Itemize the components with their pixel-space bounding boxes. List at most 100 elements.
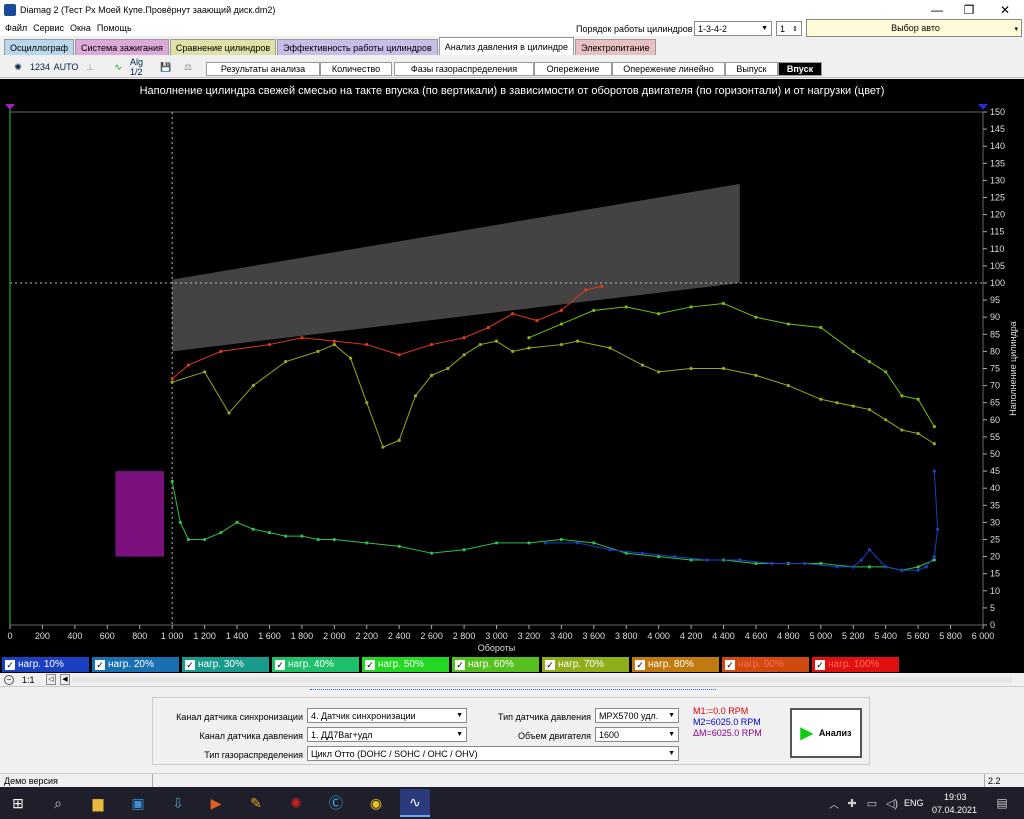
chart-svg[interactable]: 0 200 400 600 800 1 000 1 200 1 400 1 600 1 800 2 … [0,79,1024,656]
timing-type-select[interactable]: Цикл Отто (DOHC / SOHC / OHC / OHV) ▼ [307,746,679,761]
paint-icon[interactable]: ✎ [246,793,266,813]
load-legend: ✓ нагр. 10% ✓ нагр. 20% ✓ нагр. 30% ✓ нагр. 40%… [0,656,1024,673]
tab-4[interactable]: Анализ давления в цилиндре [438,37,575,55]
legend-checkbox[interactable]: ✓ [275,659,285,670]
start-icon[interactable]: ⊞ [8,793,28,813]
legend-checkbox[interactable]: ✓ [815,659,825,670]
series-point [203,537,207,542]
legend-checkbox[interactable]: ✓ [185,659,195,670]
notifications-icon[interactable]: ▤ [992,793,1012,813]
close-button[interactable]: ✕ [988,0,1022,20]
tray-shield-icon[interactable]: ✚ [842,793,862,813]
spin-icon: ⇕ [792,26,798,33]
legend-item[interactable]: ✓ нагр. 20% [92,657,179,672]
legend-item[interactable]: ✓ нагр. 30% [182,657,269,672]
legend-item[interactable]: ✓ нагр. 70% [542,657,629,672]
y-axis-label: Наполнение цилиндра [1008,321,1018,416]
tab-3[interactable]: Эффективность работы цилиндров [277,39,438,55]
subtab-3[interactable]: Опережение [534,62,612,76]
zoom-ratio[interactable]: 1:1 [22,675,35,685]
sensor-type-select[interactable]: MPX5700 удл. ▼ [595,708,679,723]
media-player-icon[interactable]: ▶ [206,793,226,813]
tab-1[interactable]: Система зажигания [75,39,169,55]
subtab-4[interactable]: Опережение линейно [612,62,725,76]
diamag-icon[interactable]: ∿ [400,789,430,817]
scroll-left-icon[interactable]: ◁ [46,674,56,685]
clock-time[interactable]: 19:03 [944,792,967,802]
pressure-channel-select[interactable]: 1. ДД7Ваг+удл ▼ [307,727,467,742]
tab-0[interactable]: Осциллограф [4,39,74,55]
network-icon[interactable]: ▭ [862,793,882,813]
chrome-icon[interactable]: ◉ [366,793,386,813]
app-icon-download[interactable]: ⇩ [168,793,188,813]
series-point [251,384,255,388]
algorithm-icon[interactable]: Alg 1/2 [130,57,150,77]
graph-icon[interactable]: ∿ [108,58,128,76]
auto-icon[interactable]: AUTO [54,58,79,76]
filter-icon[interactable]: ⊥ [80,58,100,76]
legend-item[interactable]: ✓ нагр. 60% [452,657,539,672]
analyze-button[interactable]: ▶ Анализ [790,708,862,758]
y-tick-label: 120 [990,210,1005,220]
scope-icon[interactable]: ✺ [8,58,28,76]
splitter-handle[interactable] [310,689,716,693]
file-explorer-icon[interactable]: ▆ [88,793,108,813]
count-icon[interactable]: 1234 [30,58,50,76]
y-tick-label: 20 [990,552,1000,562]
zoom-out-icon[interactable]: − [4,675,14,685]
app-icon-red[interactable]: ✺ [286,793,306,813]
legend-item[interactable]: ✓ нагр. 40% [272,657,359,672]
scroll-right-icon[interactable]: ◀ [60,674,70,685]
series-point [673,555,677,559]
search-icon[interactable]: ⌕ [48,793,68,813]
legend-label: нагр. 80% [648,659,694,670]
chevron-down-icon: ▼ [668,750,675,757]
x-tick-label: 0 [7,631,12,641]
menu-windows[interactable]: Окна [70,23,91,33]
legend-checkbox[interactable]: ✓ [5,659,15,670]
subtab-2[interactable]: Фазы газораспределения [394,62,534,76]
auto-select-combo[interactable]: Выбор авто ▾ [806,19,1022,37]
subtab-1[interactable]: Количество [320,62,392,76]
marker-m1: M1:=0.0 RPM [693,706,749,716]
cylinder-order-select[interactable]: 1-3-4-2 ▼ [694,21,772,36]
app-icon-blue[interactable]: ▣ [128,793,148,813]
tab-5[interactable]: Электропитание [575,39,656,55]
legend-item[interactable]: ✓ нагр. 50% [362,657,449,672]
subtab-6[interactable]: Впуск [778,62,822,76]
legend-item[interactable]: ✓ нагр. 80% [632,657,719,672]
menu-service[interactable]: Сервис [33,23,64,33]
balance-icon[interactable]: ⚖ [178,58,198,76]
cylinder-number-stepper[interactable]: 1 ⇕ [776,21,802,36]
legend-item[interactable]: ✓ нагр. 100% [812,657,899,672]
menu-file[interactable]: Файл [5,23,27,33]
series-point [511,349,515,353]
save-icon[interactable]: 💾 [156,58,176,76]
subtab-0[interactable]: Результаты анализа [206,62,320,76]
tray-chevron-icon[interactable]: ︿ [824,793,844,813]
app-icon-c[interactable]: Ⓒ [326,793,346,813]
menu-help[interactable]: Помощь [97,23,132,33]
sync-channel-select[interactable]: 4. Датчик синхронизации ▼ [307,708,467,723]
legend-checkbox[interactable]: ✓ [455,659,465,670]
legend-checkbox[interactable]: ✓ [725,659,735,670]
legend-item[interactable]: ✓ нагр. 90% [722,657,809,672]
legend-checkbox[interactable]: ✓ [635,659,645,670]
clock-date[interactable]: 07.04.2021 [932,805,977,815]
subtab-5[interactable]: Выпуск [725,62,778,76]
legend-item[interactable]: ✓ нагр. 10% [2,657,89,672]
legend-checkbox[interactable]: ✓ [545,659,555,670]
legend-checkbox[interactable]: ✓ [365,659,375,670]
engine-volume-select[interactable]: 1600 ▼ [595,727,679,742]
volume-icon[interactable]: ◁) [882,793,902,813]
series-point [851,349,855,353]
plot-area[interactable]: Наполнение цилиндра свежей смесью на так… [0,79,1024,656]
language-indicator[interactable]: ENG [904,798,924,808]
minimize-button[interactable]: — [920,0,954,20]
legend-checkbox[interactable]: ✓ [95,659,105,670]
maximize-button[interactable]: ❐ [952,0,986,20]
series-point [867,565,872,569]
series-point [575,339,580,343]
scroll-track[interactable] [72,677,1012,683]
tab-2[interactable]: Сравнение цилиндров [169,39,277,55]
